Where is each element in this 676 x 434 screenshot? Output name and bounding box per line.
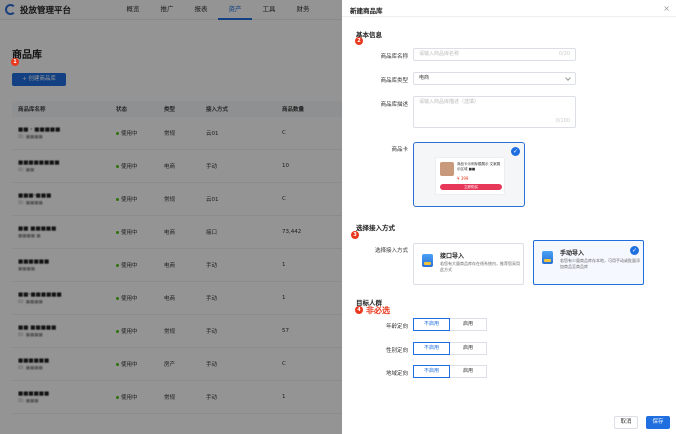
library-type-value: 电商: [419, 75, 430, 81]
library-desc-counter: 0/100: [555, 118, 570, 124]
library-type-select[interactable]: 电商: [413, 72, 576, 85]
product-card-price: ¥ 399: [457, 176, 469, 181]
annotation-badge-1: 1: [11, 58, 19, 66]
library-desc-label: 商品库描述: [380, 102, 408, 108]
product-card-buy-button: 立即购买: [440, 184, 502, 190]
access-mode-manual[interactable]: 手动导入 若您有少量商品库存本地，可用手动或批量添加商品至商品库 ✓: [533, 240, 644, 285]
drawer-title: 新建商品库: [350, 7, 383, 15]
age-targeting-on[interactable]: 启用: [450, 318, 487, 331]
product-card-desc: 商品卡示例标题展示 文案展示区域 ■■: [457, 162, 501, 171]
check-icon: ✓: [630, 246, 639, 255]
chevron-down-icon: [565, 75, 571, 81]
save-button[interactable]: 保存: [646, 416, 670, 429]
annotation-badge-2: 2: [355, 37, 363, 45]
region-targeting-label: 地域定向: [385, 371, 408, 377]
library-name-label: 商品库名称: [380, 54, 408, 60]
region-targeting-toggle[interactable]: 不启用 启用: [413, 365, 487, 378]
age-targeting-label: 年龄定向: [385, 324, 408, 330]
library-desc-textarea[interactable]: 请输入商品库描述（选填） 0/100: [413, 96, 576, 128]
access-mode-label: 选择接入方式: [374, 248, 408, 254]
access-mode-manual-desc: 若您有少量商品库存本地，可用手动或批量添加商品至商品库: [560, 258, 640, 269]
annotation-optional-text: 非必选: [366, 306, 390, 315]
check-icon: ✓: [511, 147, 520, 156]
library-desc-placeholder: 请输入商品库描述（选填）: [419, 99, 480, 105]
gender-targeting-off[interactable]: 不启用: [413, 342, 450, 355]
api-import-icon: [422, 254, 433, 267]
library-name-counter: 0/20: [558, 51, 570, 57]
product-card-option[interactable]: ✓ 商品卡示例标题展示 文案展示区域 ■■ ¥ 399 立即购买: [413, 142, 525, 207]
annotation-badge-3: 3: [351, 231, 359, 239]
gender-targeting-label: 性别定向: [385, 348, 408, 354]
cancel-button[interactable]: 取消: [614, 416, 638, 429]
age-targeting-toggle[interactable]: 不启用 启用: [413, 318, 487, 331]
annotation-badge-4: 4: [355, 306, 363, 314]
gender-targeting-toggle[interactable]: 不启用 启用: [413, 342, 487, 355]
library-name-placeholder: 请输入商品库名称: [419, 51, 460, 57]
access-mode-manual-title: 手动导入: [560, 250, 585, 257]
library-type-label: 商品库类型: [380, 78, 408, 84]
product-card-label: 商品卡: [391, 147, 408, 153]
drawer-header: 新建商品库 ×: [342, 0, 676, 17]
access-mode-api[interactable]: 接口导入 若您有大量商品库存在线系统内，推荐您采用此方式: [413, 243, 524, 285]
product-card-preview: 商品卡示例标题展示 文案展示区域 ■■ ¥ 399 立即购买: [435, 157, 505, 195]
age-targeting-off[interactable]: 不启用: [413, 318, 450, 331]
create-library-drawer: 新建商品库 × 基本信息 2 商品库名称 请输入商品库名称 0/20 商品库类型…: [342, 0, 676, 434]
product-image: [440, 162, 454, 176]
region-targeting-off[interactable]: 不启用: [413, 365, 450, 378]
access-mode-api-desc: 若您有大量商品库存在线系统内，推荐您采用此方式: [440, 261, 520, 272]
section-access-mode: 选择接入方式: [356, 224, 395, 232]
access-mode-api-title: 接口导入: [440, 253, 465, 260]
region-targeting-on[interactable]: 启用: [450, 365, 487, 378]
close-icon[interactable]: ×: [663, 4, 670, 13]
library-name-input[interactable]: 请输入商品库名称 0/20: [413, 48, 576, 61]
manual-import-icon: [542, 251, 553, 264]
gender-targeting-on[interactable]: 启用: [450, 342, 487, 355]
